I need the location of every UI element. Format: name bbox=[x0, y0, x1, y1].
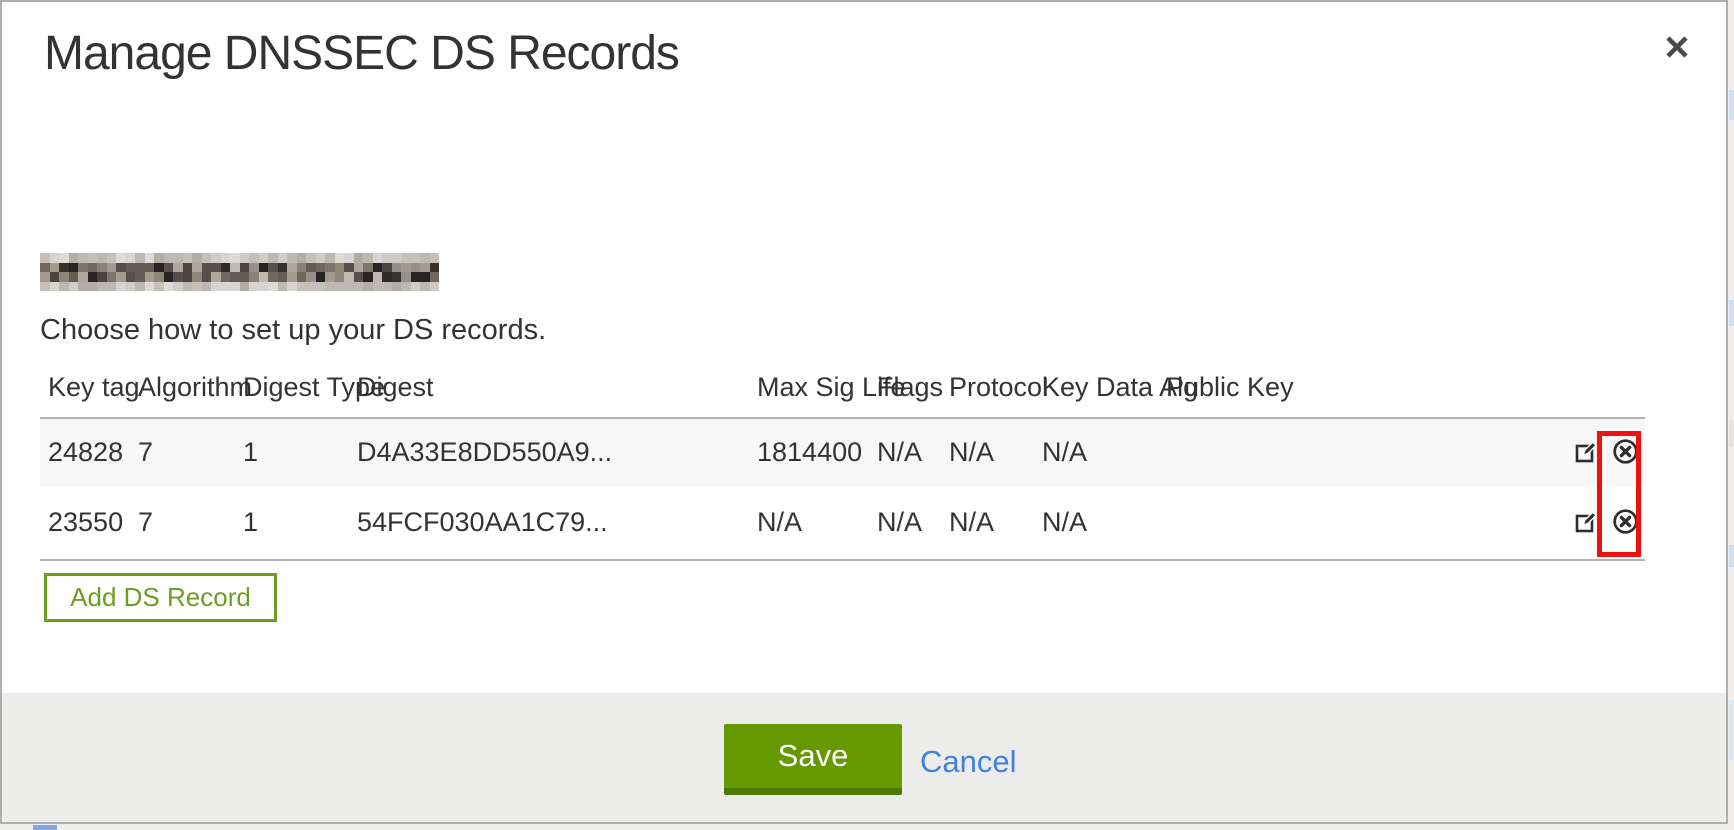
domain-name-redacted bbox=[40, 253, 439, 291]
cell-flags: N/A bbox=[869, 486, 941, 560]
column-header-protocol: Protocol bbox=[941, 364, 1034, 418]
background-sliver bbox=[1729, 545, 1734, 567]
cell-max-sig-life: N/A bbox=[749, 486, 869, 560]
cell-digest: 54FCF030AA1C79... bbox=[349, 486, 749, 560]
column-header-algorithm: Algorithm bbox=[130, 364, 235, 418]
cell-flags: N/A bbox=[869, 418, 941, 486]
close-button[interactable] bbox=[1658, 28, 1696, 66]
close-icon bbox=[1662, 32, 1692, 62]
background-sliver bbox=[1729, 420, 1734, 446]
background-sliver bbox=[33, 825, 57, 830]
cell-protocol: N/A bbox=[941, 418, 1034, 486]
cell-public-key bbox=[1158, 418, 1567, 486]
cell-key-tag: 23550 bbox=[40, 486, 130, 560]
column-header-key-tag: Key tag bbox=[40, 364, 130, 418]
column-header-public-key: Public Key bbox=[1158, 364, 1567, 418]
manage-dnssec-ds-records-dialog: Manage DNSSEC DS Records Choose how to s… bbox=[0, 0, 1728, 824]
cell-max-sig-life: 1814400 bbox=[749, 418, 869, 486]
background-sliver bbox=[1729, 700, 1734, 760]
column-header-key-data-alg: Key Data Alg bbox=[1034, 364, 1158, 418]
dialog-title: Manage DNSSEC DS Records bbox=[44, 26, 679, 81]
column-header-max-sig-life: Max Sig Life bbox=[749, 364, 869, 418]
background-sliver bbox=[1729, 90, 1734, 120]
add-ds-record-button[interactable]: Add DS Record bbox=[44, 573, 277, 622]
cell-key-tag: 24828 bbox=[40, 418, 130, 486]
x-circle-icon bbox=[1612, 508, 1639, 538]
cell-actions bbox=[1567, 486, 1645, 560]
x-circle-icon bbox=[1612, 438, 1639, 468]
edit-record-button[interactable] bbox=[1575, 510, 1598, 536]
cell-public-key bbox=[1158, 486, 1567, 560]
background-sliver bbox=[1729, 300, 1734, 326]
column-header-actions bbox=[1567, 364, 1645, 418]
edit-record-button[interactable] bbox=[1575, 440, 1598, 466]
table-row: 24828 7 1 D4A33E8DD550A9... 1814400 N/A … bbox=[40, 418, 1645, 486]
cell-digest-type: 1 bbox=[235, 418, 349, 486]
cell-key-data-alg: N/A bbox=[1034, 486, 1158, 560]
ds-records-table: Key tag Algorithm Digest Type Digest Max… bbox=[40, 364, 1645, 561]
setup-instruction-text: Choose how to set up your DS records. bbox=[40, 314, 546, 347]
cell-key-data-alg: N/A bbox=[1034, 418, 1158, 486]
column-header-flags: Flags bbox=[869, 364, 941, 418]
dialog-footer: Save Cancel bbox=[2, 693, 1726, 822]
cell-algorithm: 7 bbox=[130, 486, 235, 560]
cell-digest: D4A33E8DD550A9... bbox=[349, 418, 749, 486]
delete-record-button[interactable] bbox=[1612, 508, 1639, 538]
column-header-digest-type: Digest Type bbox=[235, 364, 349, 418]
edit-pencil-square-icon bbox=[1575, 440, 1598, 466]
cell-digest-type: 1 bbox=[235, 486, 349, 560]
edit-pencil-square-icon bbox=[1575, 510, 1598, 536]
column-header-digest: Digest bbox=[349, 364, 749, 418]
save-button[interactable]: Save bbox=[724, 724, 902, 795]
table-row: 23550 7 1 54FCF030AA1C79... N/A N/A N/A … bbox=[40, 486, 1645, 560]
table-header-row: Key tag Algorithm Digest Type Digest Max… bbox=[40, 364, 1645, 418]
cell-protocol: N/A bbox=[941, 486, 1034, 560]
cell-actions bbox=[1567, 418, 1645, 486]
cancel-link[interactable]: Cancel bbox=[920, 744, 1017, 780]
cell-algorithm: 7 bbox=[130, 418, 235, 486]
delete-record-button[interactable] bbox=[1612, 438, 1639, 468]
